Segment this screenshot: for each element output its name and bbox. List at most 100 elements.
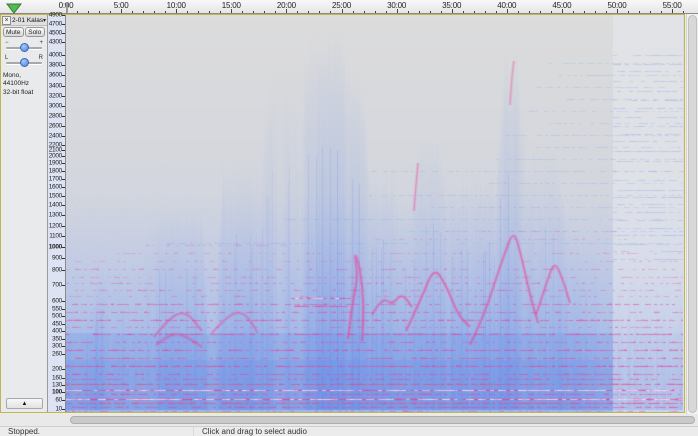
frequency-label: 600: [52, 298, 62, 305]
spectrogram-view[interactable]: [66, 15, 683, 412]
timeline-tick: [386, 11, 387, 13]
timeline-label: 55:00: [663, 1, 682, 10]
pan-left-label: L: [5, 55, 8, 61]
frequency-tick: [62, 331, 65, 332]
frequency-tick: [62, 96, 65, 97]
timeline-label: 5:00: [114, 1, 129, 10]
frequency-tick: [62, 106, 65, 107]
solo-button[interactable]: Solo: [25, 27, 46, 37]
timeline-tick: [496, 11, 497, 13]
status-hint: Click and drag to select audio: [194, 427, 698, 436]
frequency-tick: [62, 187, 65, 188]
audio-track: × 2-01 Kalasha ▾ Mute Solo − + L R M: [0, 14, 685, 413]
frequency-label: 1700: [49, 176, 62, 183]
timeline-tick: [650, 11, 651, 13]
frequency-tick: [62, 163, 65, 164]
track-format-line2: 32-bit float: [3, 89, 45, 97]
frequency-label: 1600: [49, 184, 62, 191]
frequency-tick: [62, 150, 65, 151]
vertical-scrollbar-thumb[interactable]: [688, 15, 697, 413]
timeline-tick: [154, 11, 155, 13]
timeline-label: 30:00: [387, 1, 406, 10]
timeline-label: 40:00: [497, 1, 516, 10]
timeline-tick: [77, 11, 78, 13]
frequency-tick: [62, 354, 65, 355]
timeline-tick: [275, 11, 276, 13]
horizontal-scrollbar-thumb[interactable]: [70, 416, 695, 424]
gain-slider[interactable]: − +: [4, 39, 44, 54]
audacity-window: 0:005:0010:0015:0020:0025:0030:0035:0040…: [0, 0, 698, 436]
frequency-tick: [62, 392, 65, 393]
timeline-label: 20:00: [277, 1, 296, 10]
frequency-tick: [62, 301, 65, 302]
frequency-ruler[interactable]: 4900470045004300400038003600340032003000…: [48, 15, 66, 412]
frequency-label: 1200: [49, 223, 62, 230]
timeline-tick: [220, 11, 221, 13]
timeline-tick: [88, 11, 89, 13]
timeline-tick: [683, 11, 684, 13]
frequency-label: 160: [52, 375, 62, 382]
timeline-tick: [319, 11, 320, 13]
frequency-label: 1800: [49, 168, 62, 175]
pan-slider[interactable]: L R: [4, 54, 44, 69]
timeline-tick: [209, 11, 210, 13]
frequency-tick: [62, 215, 65, 216]
frequency-label: 3200: [49, 93, 62, 100]
frequency-label: 1100: [49, 233, 62, 240]
pan-slider-thumb[interactable]: [20, 58, 29, 67]
pan-right-label: R: [39, 55, 43, 61]
frequency-label: 800: [52, 267, 62, 274]
frequency-label: 1400: [49, 202, 62, 209]
frequency-label: 350: [52, 336, 62, 343]
horizontal-scrollbar[interactable]: [0, 414, 698, 426]
timeline-label: 15:00: [222, 1, 241, 10]
timeline-tick: [242, 11, 243, 13]
frequency-label: 1300: [49, 212, 62, 219]
frequency-tick: [62, 33, 65, 34]
gain-plus-label: +: [39, 40, 43, 46]
timeline-tick: [187, 11, 188, 13]
timeline-label: 50:00: [607, 1, 626, 10]
timeline-tick: [353, 11, 354, 13]
timeline-scale[interactable]: 0:005:0010:0015:0020:0025:0030:0035:0040…: [0, 0, 698, 13]
vertical-scrollbar[interactable]: [686, 14, 698, 414]
timeline-ruler[interactable]: 0:005:0010:0015:0020:0025:0030:0035:0040…: [0, 0, 698, 14]
frequency-tick: [62, 324, 65, 325]
frequency-tick: [62, 24, 65, 25]
spectrogram-canvas[interactable]: [66, 15, 683, 412]
frequency-tick: [62, 171, 65, 172]
frequency-label: 550: [52, 306, 62, 313]
timeline-label: 45:00: [552, 1, 571, 10]
collapse-track-button[interactable]: ▲: [6, 398, 43, 409]
frequency-label: 130: [52, 382, 62, 389]
timeline-tick: [430, 11, 431, 13]
frequency-label: 4700: [49, 21, 62, 28]
frequency-tick: [62, 285, 65, 286]
mute-button[interactable]: Mute: [3, 27, 24, 37]
frequency-label: 4500: [49, 30, 62, 37]
frequency-label: 4300: [49, 39, 62, 46]
frequency-label: 10: [55, 406, 62, 413]
frequency-tick: [62, 378, 65, 379]
frequency-tick: [62, 55, 65, 56]
frequency-tick: [62, 400, 65, 401]
frequency-label: 900: [52, 255, 62, 262]
track-title[interactable]: 2-01 Kalasha: [12, 17, 43, 24]
timeline-tick: [99, 11, 100, 13]
timeline-tick: [297, 11, 298, 13]
frequency-label: 700: [52, 282, 62, 289]
frequency-tick: [62, 75, 65, 76]
track-menu-chevron-down-icon[interactable]: ▾: [43, 17, 46, 24]
frequency-tick: [62, 226, 65, 227]
frequency-tick: [62, 86, 65, 87]
gain-slider-thumb[interactable]: [20, 43, 29, 52]
frequency-label: 450: [52, 321, 62, 328]
track-title-bar[interactable]: × 2-01 Kalasha ▾: [1, 15, 47, 26]
timeline-tick: [485, 11, 486, 13]
frequency-tick: [62, 145, 65, 146]
close-track-icon[interactable]: ×: [2, 16, 11, 25]
frequency-label: 3600: [49, 72, 62, 79]
status-bar: Stopped. Click and drag to select audio: [0, 426, 698, 436]
timeline-tick: [518, 11, 519, 13]
playhead-marker: [66, 2, 68, 13]
